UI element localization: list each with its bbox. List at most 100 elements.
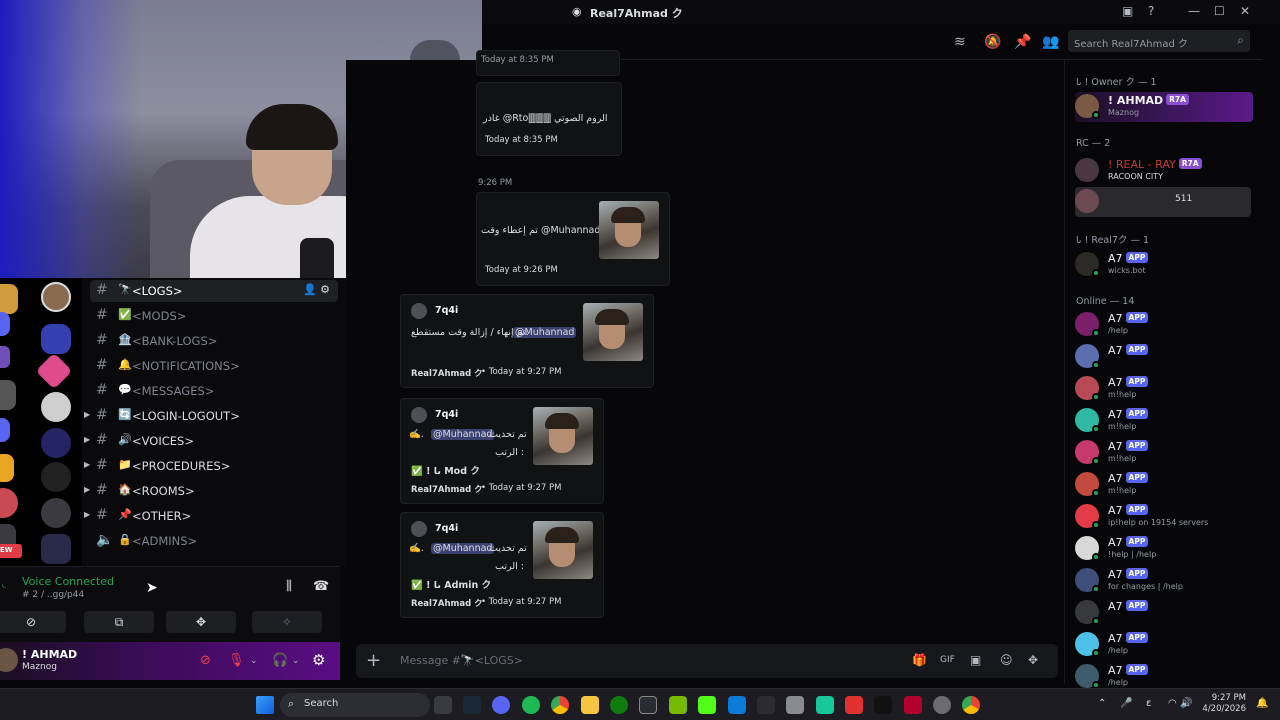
- member-rc[interactable]: ! REAL - RAY R7A RACOON CITY: [1075, 156, 1255, 186]
- spotify-icon[interactable]: [522, 696, 540, 714]
- server-folder-icon[interactable]: [41, 324, 71, 354]
- app-icon[interactable]: [786, 696, 804, 714]
- server-folder-icon[interactable]: [0, 418, 10, 442]
- member-bot[interactable]: A7 APP !help | /help: [1075, 534, 1255, 564]
- members-icon[interactable]: 👥: [1042, 34, 1059, 50]
- invite-gear-icon[interactable]: 👤 ⚙: [303, 283, 330, 296]
- member-bot[interactable]: A7 APP m!help: [1075, 438, 1255, 468]
- collapse-caret-icon[interactable]: ▶: [84, 460, 90, 469]
- gif-icon[interactable]: GIF: [940, 655, 955, 665]
- capcut-icon[interactable]: [874, 696, 892, 714]
- channel-other[interactable]: ▶ # 📌 <OTHER>: [84, 505, 338, 527]
- embed-thumbnail[interactable]: [583, 303, 643, 361]
- collapse-caret-icon[interactable]: ▶: [84, 410, 90, 419]
- deafen-icon[interactable]: 🎧: [272, 653, 288, 668]
- channel-procedures[interactable]: ▶ # 📁 <PROCEDURES>: [84, 455, 338, 477]
- bot-avatar[interactable]: [411, 521, 427, 537]
- file-explorer-icon[interactable]: [581, 696, 599, 714]
- taskbar-search[interactable]: ⌕ Search: [280, 693, 430, 717]
- member-bot[interactable]: A7 APP/help: [1075, 310, 1255, 340]
- pin-icon[interactable]: 📌: [1014, 34, 1031, 50]
- server-icon[interactable]: [41, 428, 71, 458]
- member-bot[interactable]: A7 APP wicks.bot: [1075, 250, 1255, 280]
- steam-icon[interactable]: [463, 696, 481, 714]
- settings-gear-icon[interactable]: ⚙: [312, 651, 325, 669]
- member-owner[interactable]: ! AHMAD R7A Maznog: [1075, 92, 1253, 122]
- maximize-button[interactable]: ☐: [1214, 4, 1225, 18]
- username[interactable]: ! AHMAD: [22, 648, 77, 661]
- gift-icon[interactable]: 🎁: [912, 653, 927, 667]
- embed-author[interactable]: 7q4i: [435, 409, 458, 420]
- soundboard-button[interactable]: ✧: [252, 611, 322, 633]
- server-icon[interactable]: [0, 454, 14, 482]
- embed-author[interactable]: 7q4i: [435, 305, 458, 316]
- server-icon[interactable]: [0, 488, 18, 518]
- app-icon[interactable]: [757, 696, 775, 714]
- server-icon[interactable]: [41, 392, 71, 422]
- embed-thumbnail[interactable]: [533, 407, 593, 465]
- server-icon[interactable]: [41, 498, 71, 528]
- emoji-icon[interactable]: ☺: [1000, 653, 1013, 667]
- member-bot[interactable]: A7 APP m!help: [1075, 470, 1255, 500]
- chevron-down-icon[interactable]: ⌄: [250, 656, 258, 666]
- server-icon-selected[interactable]: [41, 282, 71, 312]
- channel-logs[interactable]: # 🔭 <LOGS> 👤 ⚙: [90, 280, 338, 302]
- disconnect-icon[interactable]: ☎: [313, 579, 329, 594]
- noise-suppression-icon[interactable]: ⫼: [286, 579, 292, 594]
- clock[interactable]: 9:27 PM 4/20/2026: [1200, 693, 1246, 715]
- threads-icon[interactable]: ≋: [954, 34, 966, 50]
- channel-notifications[interactable]: # 🔔 <NOTIFICATIONS>: [90, 355, 338, 377]
- chevron-up-icon[interactable]: ⌃: [1098, 698, 1106, 709]
- server-icon[interactable]: [35, 352, 73, 390]
- channel-mods[interactable]: # ✅ <MODS>: [90, 305, 338, 327]
- app-icon[interactable]: [816, 696, 834, 714]
- minimize-button[interactable]: —: [1188, 4, 1200, 18]
- member-bot[interactable]: A7 APP for changes | /help: [1075, 566, 1255, 596]
- collapse-caret-icon[interactable]: ▶: [84, 435, 90, 444]
- screen-share-button[interactable]: ⧉: [84, 611, 154, 633]
- avatar[interactable]: [0, 648, 18, 672]
- embed-thumbnail[interactable]: [533, 521, 593, 579]
- server-icon[interactable]: [0, 380, 16, 410]
- channel-login-logout[interactable]: ▶ # 🔄 <LOGIN-LOGOUT>: [84, 405, 338, 427]
- chrome-icon[interactable]: [962, 696, 980, 714]
- server-icon[interactable]: [0, 346, 10, 368]
- app-icon[interactable]: [728, 696, 746, 714]
- camera-off-icon[interactable]: ⊘: [200, 653, 211, 668]
- language-indicator[interactable]: ε: [1146, 698, 1151, 709]
- sticker-icon[interactable]: ▣: [970, 653, 981, 667]
- message-composer[interactable]: + Message #🔭<LOGS> 🎁 GIF ▣ ☺ ✥: [356, 644, 1058, 678]
- inbox-icon[interactable]: ▣: [1122, 4, 1133, 18]
- collapse-caret-icon[interactable]: ▶: [84, 510, 90, 519]
- channel-rooms[interactable]: ▶ # 🏠 <ROOMS>: [84, 480, 338, 502]
- embed-author[interactable]: 7q4i: [435, 523, 458, 534]
- app-icon[interactable]: [845, 696, 863, 714]
- member-bot[interactable]: A7 APP ip!help on 19154 servers: [1075, 502, 1255, 532]
- user-mention[interactable]: @Muhannad: [431, 429, 495, 440]
- bot-avatar[interactable]: [411, 303, 427, 319]
- discord-icon[interactable]: [492, 696, 510, 714]
- settings-icon[interactable]: [933, 696, 951, 714]
- server-icon[interactable]: [0, 284, 18, 314]
- mute-icon[interactable]: 🔕: [984, 34, 1001, 50]
- channel-bank-logs[interactable]: # 🏦 <BANK-LOGS>: [90, 330, 338, 352]
- member-bot[interactable]: A7 APP: [1075, 342, 1255, 372]
- member-rc[interactable]: 511: [1075, 187, 1251, 217]
- attach-plus-icon[interactable]: +: [366, 650, 381, 671]
- acrobat-icon[interactable]: [904, 696, 922, 714]
- channel-voices[interactable]: ▶ # 🔊 <VOICES>: [84, 430, 338, 452]
- store-icon[interactable]: [639, 696, 657, 714]
- camera-off-button[interactable]: ⊘: [0, 611, 66, 633]
- microphone-icon[interactable]: 🎤: [1120, 698, 1132, 709]
- volume-icon[interactable]: 🔊: [1180, 698, 1192, 709]
- collapse-caret-icon[interactable]: ▶: [84, 485, 90, 494]
- nvidia-icon[interactable]: [669, 696, 687, 714]
- user-mention[interactable]: @Muhannad: [431, 543, 495, 554]
- channel-admins[interactable]: 🔈 🔒 <ADMINS>: [90, 530, 338, 552]
- embed-thumbnail[interactable]: [599, 201, 659, 259]
- channel-messages[interactable]: # 💬 <MESSAGES>: [90, 380, 338, 402]
- apps-icon[interactable]: ✥: [1028, 653, 1038, 667]
- server-icon[interactable]: [41, 462, 71, 492]
- xbox-icon[interactable]: [610, 696, 628, 714]
- help-icon[interactable]: ?: [1148, 4, 1154, 18]
